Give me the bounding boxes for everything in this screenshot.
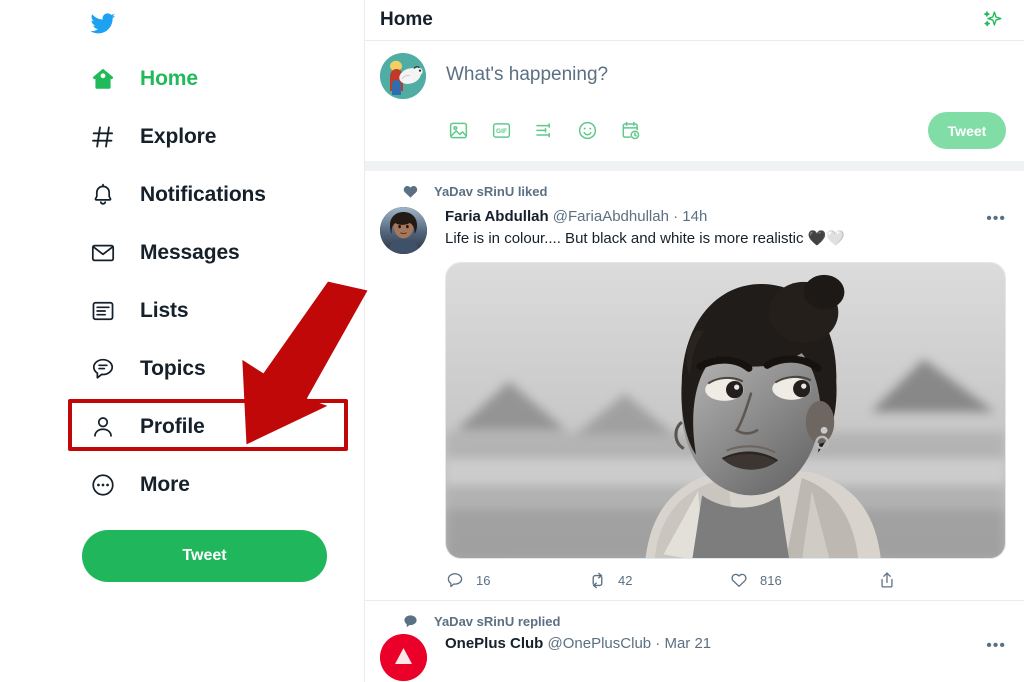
reply-count: 16: [476, 572, 491, 588]
reply-icon: [445, 570, 465, 590]
twitter-app: Home Explore Notifications Messages List…: [0, 0, 1024, 682]
schedule-icon[interactable]: [618, 119, 642, 143]
tweet-author-handle[interactable]: @FariaAbdhullah: [553, 208, 669, 225]
tweet-timestamp[interactable]: Mar 21: [664, 635, 711, 652]
image-icon[interactable]: [446, 119, 470, 143]
tweet-separator: ·: [673, 208, 679, 225]
reply-action[interactable]: 16: [445, 570, 587, 590]
hashtag-icon: [88, 122, 118, 152]
sidebar-item-label: Profile: [140, 415, 205, 438]
like-count: 816: [760, 572, 782, 588]
sidebar-items: Home Explore Notifications Messages List…: [0, 50, 364, 514]
tweet-item: YaDav sRinU liked Faria Abdullah @FariaA…: [365, 171, 1024, 600]
compose-tool-icons: GIF: [446, 119, 642, 143]
social-context: YaDav sRinU replied: [365, 601, 1024, 633]
tweet-author-line: OnePlus Club @OnePlusClub · Mar 21: [445, 634, 711, 654]
speech-bubble-filled-icon: [401, 612, 420, 631]
sparkle-icon[interactable]: [978, 6, 1006, 34]
main-header: Home: [365, 0, 1024, 41]
tweet-author-line: Faria Abdullah @FariaAbdhullah · 14h: [445, 207, 707, 227]
retweet-icon: [587, 570, 607, 590]
social-context: YaDav sRinU liked: [365, 171, 1024, 203]
heart-outline-icon: [729, 570, 749, 590]
tweet-body: Faria Abdullah @FariaAbdhullah · 14h •••…: [445, 207, 1006, 600]
compose-tweet-button[interactable]: Tweet: [928, 112, 1006, 149]
tweet-body: OnePlus Club @OnePlusClub · Mar 21 •••: [445, 634, 1006, 681]
sidebar-item-label: Messages: [140, 241, 240, 264]
tweet-author-avatar[interactable]: [380, 634, 427, 682]
more-horizontal-icon[interactable]: •••: [986, 207, 1006, 227]
home-icon: [88, 64, 118, 94]
retweet-count: 42: [618, 572, 633, 588]
list-icon: [88, 296, 118, 326]
compose-input[interactable]: What's happening?: [446, 53, 1006, 86]
tweet-actions: 16 42 816: [445, 570, 1006, 600]
tweet-separator: ·: [655, 635, 661, 653]
tweet-author-name[interactable]: Faria Abdullah: [445, 208, 549, 225]
tweet-main: OnePlus Club @OnePlusClub · Mar 21 •••: [365, 634, 1024, 682]
sidebar-item-lists[interactable]: Lists: [0, 282, 364, 340]
gif-icon[interactable]: GIF: [489, 119, 513, 143]
tweet-author-avatar[interactable]: [380, 207, 427, 254]
sidebar-item-messages[interactable]: Messages: [0, 224, 364, 282]
tweet-header: Faria Abdullah @FariaAbdhullah · 14h •••: [445, 207, 1006, 227]
tweet-author-handle[interactable]: @OnePlusClub: [548, 635, 652, 652]
more-circle-icon: [88, 470, 118, 500]
retweet-action[interactable]: 42: [587, 570, 729, 590]
compose-body: What's happening? GIF Tweet: [446, 53, 1006, 149]
sidebar-item-label: Explore: [140, 125, 217, 148]
tweet-main: Faria Abdullah @FariaAbdhullah · 14h •••…: [365, 203, 1024, 600]
sidebar-tweet-button[interactable]: Tweet: [82, 530, 327, 582]
sidebar-item-topics[interactable]: Topics: [0, 340, 364, 398]
sidebar-item-label: Lists: [140, 299, 189, 322]
speech-bubble-icon: [88, 354, 118, 384]
social-context-text: YaDav sRinU liked: [434, 184, 548, 199]
tweet-header: OnePlus Club @OnePlusClub · Mar 21 •••: [445, 634, 1006, 654]
sidebar-item-notifications[interactable]: Notifications: [0, 166, 364, 224]
tweet-media-photo[interactable]: [445, 262, 1006, 560]
like-action[interactable]: 816: [729, 570, 877, 590]
page-title: Home: [380, 9, 433, 30]
sidebar-item-label: More: [140, 473, 190, 496]
envelope-icon: [88, 238, 118, 268]
main-column: Home What's happening? GIF Tweet YaDav s…: [365, 0, 1024, 682]
sidebar-item-profile[interactable]: Profile: [0, 398, 364, 456]
svg-text:GIF: GIF: [495, 128, 506, 135]
person-icon: [88, 412, 118, 442]
compose-tweet-box: What's happening? GIF Tweet: [365, 41, 1024, 171]
sidebar-item-label: Topics: [140, 357, 206, 380]
share-icon: [877, 570, 897, 590]
sidebar-item-explore[interactable]: Explore: [0, 108, 364, 166]
twitter-bird-icon: [88, 11, 118, 36]
sidebar-nav: Home Explore Notifications Messages List…: [0, 0, 368, 682]
emoji-icon[interactable]: [575, 119, 599, 143]
heart-filled-icon: [401, 182, 420, 201]
tweet-timestamp[interactable]: 14h: [682, 208, 707, 225]
sidebar-tweet-button-wrap: Tweet: [0, 530, 364, 582]
poll-icon[interactable]: [532, 119, 556, 143]
social-context-text: YaDav sRinU replied: [434, 614, 561, 630]
user-avatar[interactable]: [380, 53, 426, 99]
bell-icon: [88, 180, 118, 210]
twitter-logo[interactable]: [0, 0, 364, 46]
share-action[interactable]: [877, 570, 897, 590]
sidebar-item-label: Notifications: [140, 183, 266, 206]
tweet-text: Life is in colour.... But black and whit…: [445, 230, 846, 247]
compose-toolbar: GIF Tweet: [446, 112, 1006, 149]
more-horizontal-icon[interactable]: •••: [986, 634, 1006, 654]
tweet-item: YaDav sRinU replied OnePlus Club @OnePlu…: [365, 601, 1024, 682]
sidebar-item-more[interactable]: More: [0, 456, 364, 514]
sidebar-item-home[interactable]: Home: [0, 50, 364, 108]
tweet-author-name[interactable]: OnePlus Club: [445, 635, 543, 652]
sidebar-item-label: Home: [140, 67, 198, 90]
